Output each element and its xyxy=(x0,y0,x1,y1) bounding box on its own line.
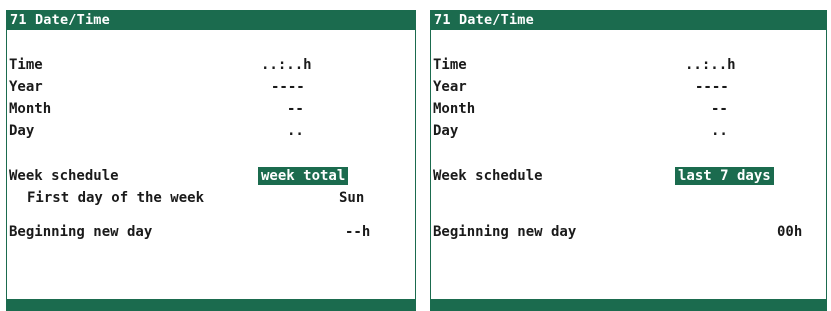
day-row[interactable]: Day .. xyxy=(9,122,415,140)
time-label: Time xyxy=(9,57,43,73)
year-row[interactable]: Year ---- xyxy=(9,78,415,96)
panel-footer-bar xyxy=(7,299,415,311)
panel-footer-bar xyxy=(431,299,826,311)
beginning-new-day-label: Beginning new day xyxy=(9,224,153,240)
first-day-row[interactable]: First day of the week Sun xyxy=(27,189,415,207)
beginning-new-day-label: Beginning new day xyxy=(433,224,577,240)
date-time-panel-right: 71 Date/Time Time ..:..h Year ---- Month… xyxy=(430,10,827,311)
week-schedule-label: Week schedule xyxy=(9,168,119,184)
day-row[interactable]: Day .. xyxy=(433,122,826,140)
beginning-new-day-value: --h xyxy=(345,224,371,240)
week-schedule-label: Week schedule xyxy=(433,168,543,184)
time-value: ..:..h xyxy=(685,57,736,73)
year-label: Year xyxy=(9,79,43,95)
day-label: Day xyxy=(433,123,459,139)
week-schedule-value[interactable]: week total xyxy=(258,167,349,185)
month-label: Month xyxy=(433,101,476,117)
beginning-new-day-row[interactable]: Beginning new day 00h xyxy=(433,223,826,241)
year-label: Year xyxy=(433,79,467,95)
day-label: Day xyxy=(9,123,35,139)
year-value: ---- xyxy=(695,79,729,95)
time-label: Time xyxy=(433,57,467,73)
year-value: ---- xyxy=(271,79,305,95)
month-value: -- xyxy=(711,101,728,117)
week-schedule-row[interactable]: Week schedule week total xyxy=(9,167,415,185)
first-day-label: First day of the week xyxy=(27,190,205,206)
beginning-new-day-row[interactable]: Beginning new day --h xyxy=(9,223,415,241)
month-row[interactable]: Month -- xyxy=(433,100,826,118)
month-label: Month xyxy=(9,101,52,117)
panel-title: 71 Date/Time xyxy=(431,10,826,30)
panel-title: 71 Date/Time xyxy=(7,10,415,30)
month-row[interactable]: Month -- xyxy=(9,100,415,118)
day-value: .. xyxy=(711,123,728,139)
time-row[interactable]: Time ..:..h xyxy=(9,56,415,74)
time-row[interactable]: Time ..:..h xyxy=(433,56,826,74)
week-schedule-row[interactable]: Week schedule last 7 days xyxy=(433,167,826,185)
time-value: ..:..h xyxy=(261,57,312,73)
day-value: .. xyxy=(287,123,304,139)
week-schedule-value[interactable]: last 7 days xyxy=(675,167,774,185)
beginning-new-day-value: 00h xyxy=(777,224,803,240)
month-value: -- xyxy=(287,101,304,117)
date-time-panel-left: 71 Date/Time Time ..:..h Year ---- Month… xyxy=(6,10,416,311)
year-row[interactable]: Year ---- xyxy=(433,78,826,96)
first-day-value: Sun xyxy=(339,190,365,206)
